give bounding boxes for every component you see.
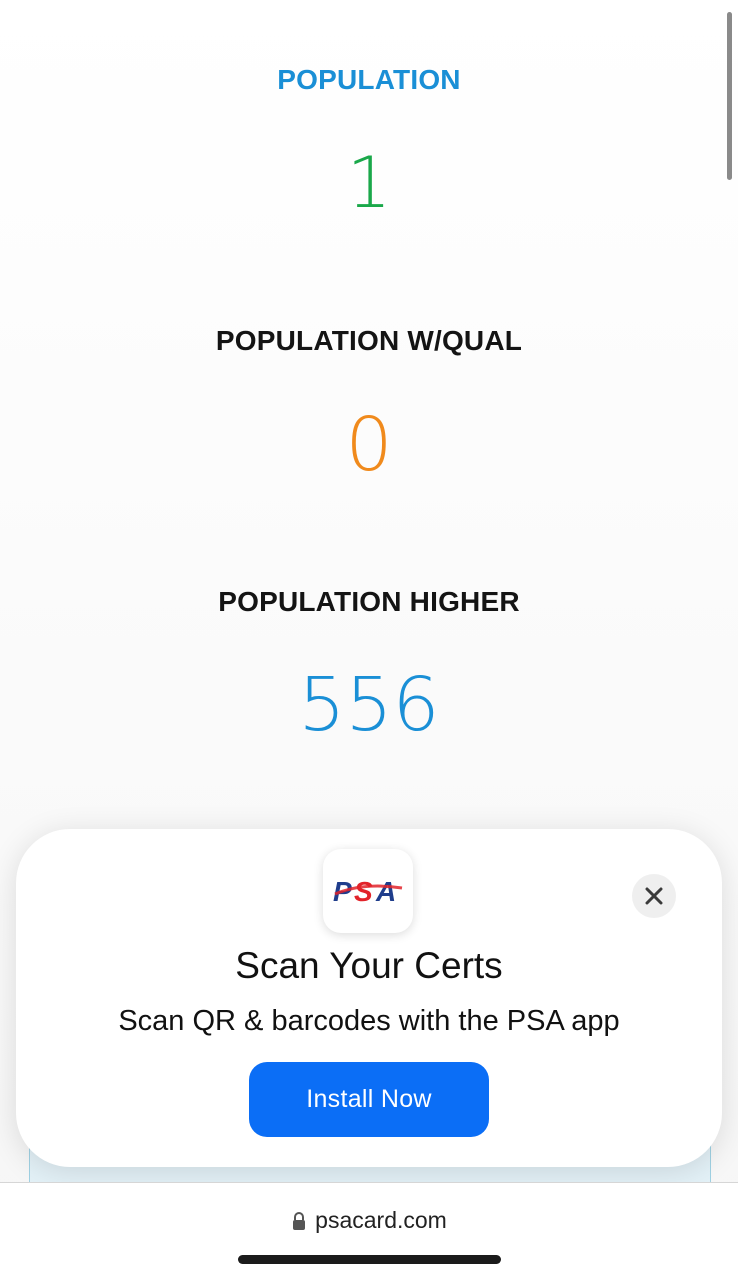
url-text: psacard.com xyxy=(315,1207,447,1233)
svg-text:S: S xyxy=(354,876,373,907)
address-field[interactable]: psacard.com xyxy=(0,1207,738,1234)
browser-url-bar: psacard.com xyxy=(0,1182,738,1280)
population-value: 1 xyxy=(346,142,392,224)
close-icon xyxy=(645,887,663,905)
svg-text:A: A xyxy=(375,876,396,907)
lock-icon xyxy=(293,1211,306,1230)
population-higher-title: POPULATION HIGHER xyxy=(218,586,520,617)
banner-subtitle: Scan QR & barcodes with the PSA app xyxy=(118,1005,620,1037)
psa-logo-icon: P S A xyxy=(333,876,403,907)
population-qual-value: 0 xyxy=(345,402,393,488)
app-install-banner: P S A Scan Your Certs Scan QR & barcodes… xyxy=(16,829,722,1167)
page: POPULATION 1 POPULATION W/QUAL 0 POPULAT… xyxy=(0,0,738,1280)
population-qual-title: POPULATION W/QUAL xyxy=(215,325,523,356)
banner-title: Scan Your Certs xyxy=(235,945,503,986)
home-indicator[interactable] xyxy=(238,1255,501,1264)
population-higher-value: 556 xyxy=(298,662,440,748)
population-title: POPULATION xyxy=(277,64,461,95)
install-now-button[interactable]: Install Now xyxy=(249,1062,489,1137)
close-banner-button[interactable] xyxy=(632,874,676,918)
psa-app-icon: P S A xyxy=(323,849,413,933)
